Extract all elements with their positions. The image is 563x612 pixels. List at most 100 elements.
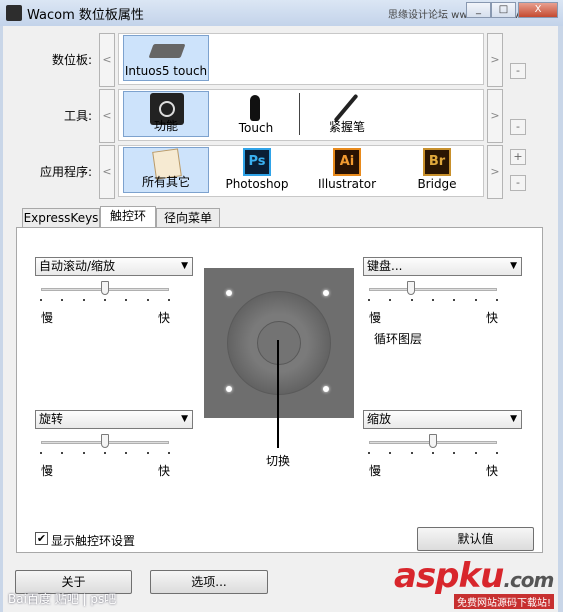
chevron-down-icon: ▼ <box>510 261 517 271</box>
tablet-next-button[interactable]: > <box>487 33 503 87</box>
chevron-down-icon: ▼ <box>510 414 517 424</box>
slider-tick <box>61 299 64 301</box>
slider-tick <box>82 452 85 454</box>
watermark-baidu: Bai百度 贴吧 | ps吧 <box>8 592 117 606</box>
slider-tick <box>474 299 477 301</box>
app-item-label: Bridge <box>417 177 457 191</box>
watermark-aspku-name: aspku <box>394 556 504 596</box>
mode2-slider-thumb[interactable] <box>407 281 416 295</box>
mode2-dropdown[interactable]: 键盘... ▼ <box>363 257 522 276</box>
close-button[interactable]: X <box>518 2 558 18</box>
slider-tick <box>168 299 170 301</box>
mode4-slow-label: 慢 <box>369 464 382 478</box>
mode2-slider-ticks <box>368 299 498 302</box>
mode2-speed-slider[interactable] <box>369 288 497 291</box>
mode4-dropdown[interactable]: 缩放 ▼ <box>363 410 522 429</box>
app-item-photoshop[interactable]: Ps Photoshop <box>212 147 302 193</box>
touch-ring-center-button[interactable] <box>257 321 301 365</box>
mode2-dropdown-value: 键盘... <box>367 259 403 273</box>
slider-tick <box>410 299 413 301</box>
watermark-aspku-tld: .com <box>503 568 554 592</box>
watermark-aspku: aspku.com <box>394 556 554 596</box>
app-item-label: Illustrator <box>317 177 377 191</box>
tab-radial-menu[interactable]: 径向菜单 <box>156 208 220 228</box>
slider-tick <box>453 299 456 301</box>
show-ring-settings-label: 显示触控环设置 <box>51 534 136 548</box>
tool-item-label: 功能 <box>153 119 178 133</box>
tool-prev-button[interactable]: < <box>99 89 115 143</box>
tab-expresskeys[interactable]: ExpressKeys <box>22 208 100 228</box>
slider-tick <box>368 299 370 301</box>
app-item-all-others[interactable]: 所有其它 <box>123 147 209 193</box>
app-strip: 所有其它 Ps Photoshop Ai Illustrator Br Brid… <box>118 145 484 197</box>
app-add-button[interactable]: + <box>510 149 526 165</box>
app-icon <box>6 5 22 21</box>
tool-strip: 功能 Touch 紧握笔 <box>118 89 484 141</box>
mode3-dropdown[interactable]: 旋转 ▼ <box>35 410 193 429</box>
watermark-aspku-sub: 免费网站源码下载站! <box>454 594 555 609</box>
mode4-fast-label: 快 <box>486 464 499 478</box>
tablet-item-intuos5[interactable]: Intuos5 touch <box>123 35 209 81</box>
tablet-label: 数位板: <box>51 53 92 67</box>
mode2-slow-label: 慢 <box>369 311 382 325</box>
minimize-button[interactable]: _ <box>466 2 491 18</box>
mode2-fast-label: 快 <box>486 311 499 325</box>
toggle-label: 切换 <box>266 454 291 468</box>
mode3-fast-label: 快 <box>158 464 171 478</box>
mode3-dropdown-value: 旋转 <box>39 412 64 426</box>
app-item-illustrator[interactable]: Ai Illustrator <box>302 147 392 193</box>
mode1-dropdown[interactable]: 自动滚动/缩放 ▼ <box>35 257 193 276</box>
tool-next-button[interactable]: > <box>487 89 503 143</box>
tool-item-touch[interactable]: Touch <box>214 91 298 137</box>
tablet-icon <box>148 44 186 58</box>
app-item-bridge[interactable]: Br Bridge <box>392 147 482 193</box>
app-prev-button[interactable]: < <box>99 145 115 199</box>
app-next-button[interactable]: > <box>487 145 503 199</box>
tool-label: 工具: <box>63 109 92 123</box>
slider-tick <box>125 299 128 301</box>
slider-tick <box>453 452 456 454</box>
slider-tick <box>389 299 392 301</box>
touch-hand-icon <box>250 95 260 121</box>
slider-tick <box>125 452 128 454</box>
check-icon: ✔ <box>36 532 47 545</box>
tool-divider <box>299 93 300 135</box>
tool-item-label: 紧握笔 <box>328 120 365 134</box>
tool-item-functions[interactable]: 功能 <box>123 91 209 137</box>
maximize-button[interactable]: □ <box>491 2 516 18</box>
touch-ring-graphic <box>204 268 354 418</box>
mode-led-1 <box>226 290 232 296</box>
tab-touch-ring[interactable]: 触控环 <box>100 206 156 228</box>
tool-item-grip-pen[interactable]: 紧握笔 <box>304 91 390 137</box>
slider-tick <box>40 452 42 454</box>
mode4-slider-ticks <box>368 452 498 455</box>
mode2-keystroke-name: 循环图层 <box>374 332 423 346</box>
slider-tick <box>82 299 85 301</box>
mode4-slider-thumb[interactable] <box>429 434 437 448</box>
mode3-slider-ticks <box>40 452 170 455</box>
mode1-slider-ticks <box>40 299 170 302</box>
show-ring-settings-checkbox[interactable]: ✔ <box>35 532 48 545</box>
slider-tick <box>368 452 370 454</box>
app-remove-button[interactable]: - <box>510 175 526 191</box>
tool-item-label: Touch <box>238 121 274 135</box>
toggle-pointer-line <box>277 340 279 448</box>
mode3-slider-thumb[interactable] <box>101 434 109 448</box>
tool-remove-button[interactable]: - <box>510 119 526 135</box>
app-label: 应用程序: <box>39 165 92 179</box>
slider-tick <box>61 452 64 454</box>
mode4-dropdown-value: 缩放 <box>367 412 392 426</box>
illustrator-icon: Ai <box>333 148 361 176</box>
tablet-remove-button[interactable]: - <box>510 63 526 79</box>
chevron-down-icon: ▼ <box>181 414 188 424</box>
slider-tick <box>168 452 170 454</box>
slider-tick <box>146 452 149 454</box>
mode1-slider-thumb[interactable] <box>101 281 109 295</box>
mode-led-2 <box>323 290 329 296</box>
tablet-prev-button[interactable]: < <box>99 33 115 87</box>
default-button[interactable]: 默认值 <box>417 527 534 551</box>
slider-tick <box>496 299 498 301</box>
slider-tick <box>104 299 106 301</box>
mode3-slow-label: 慢 <box>41 464 54 478</box>
options-button[interactable]: 选项... <box>150 570 268 594</box>
